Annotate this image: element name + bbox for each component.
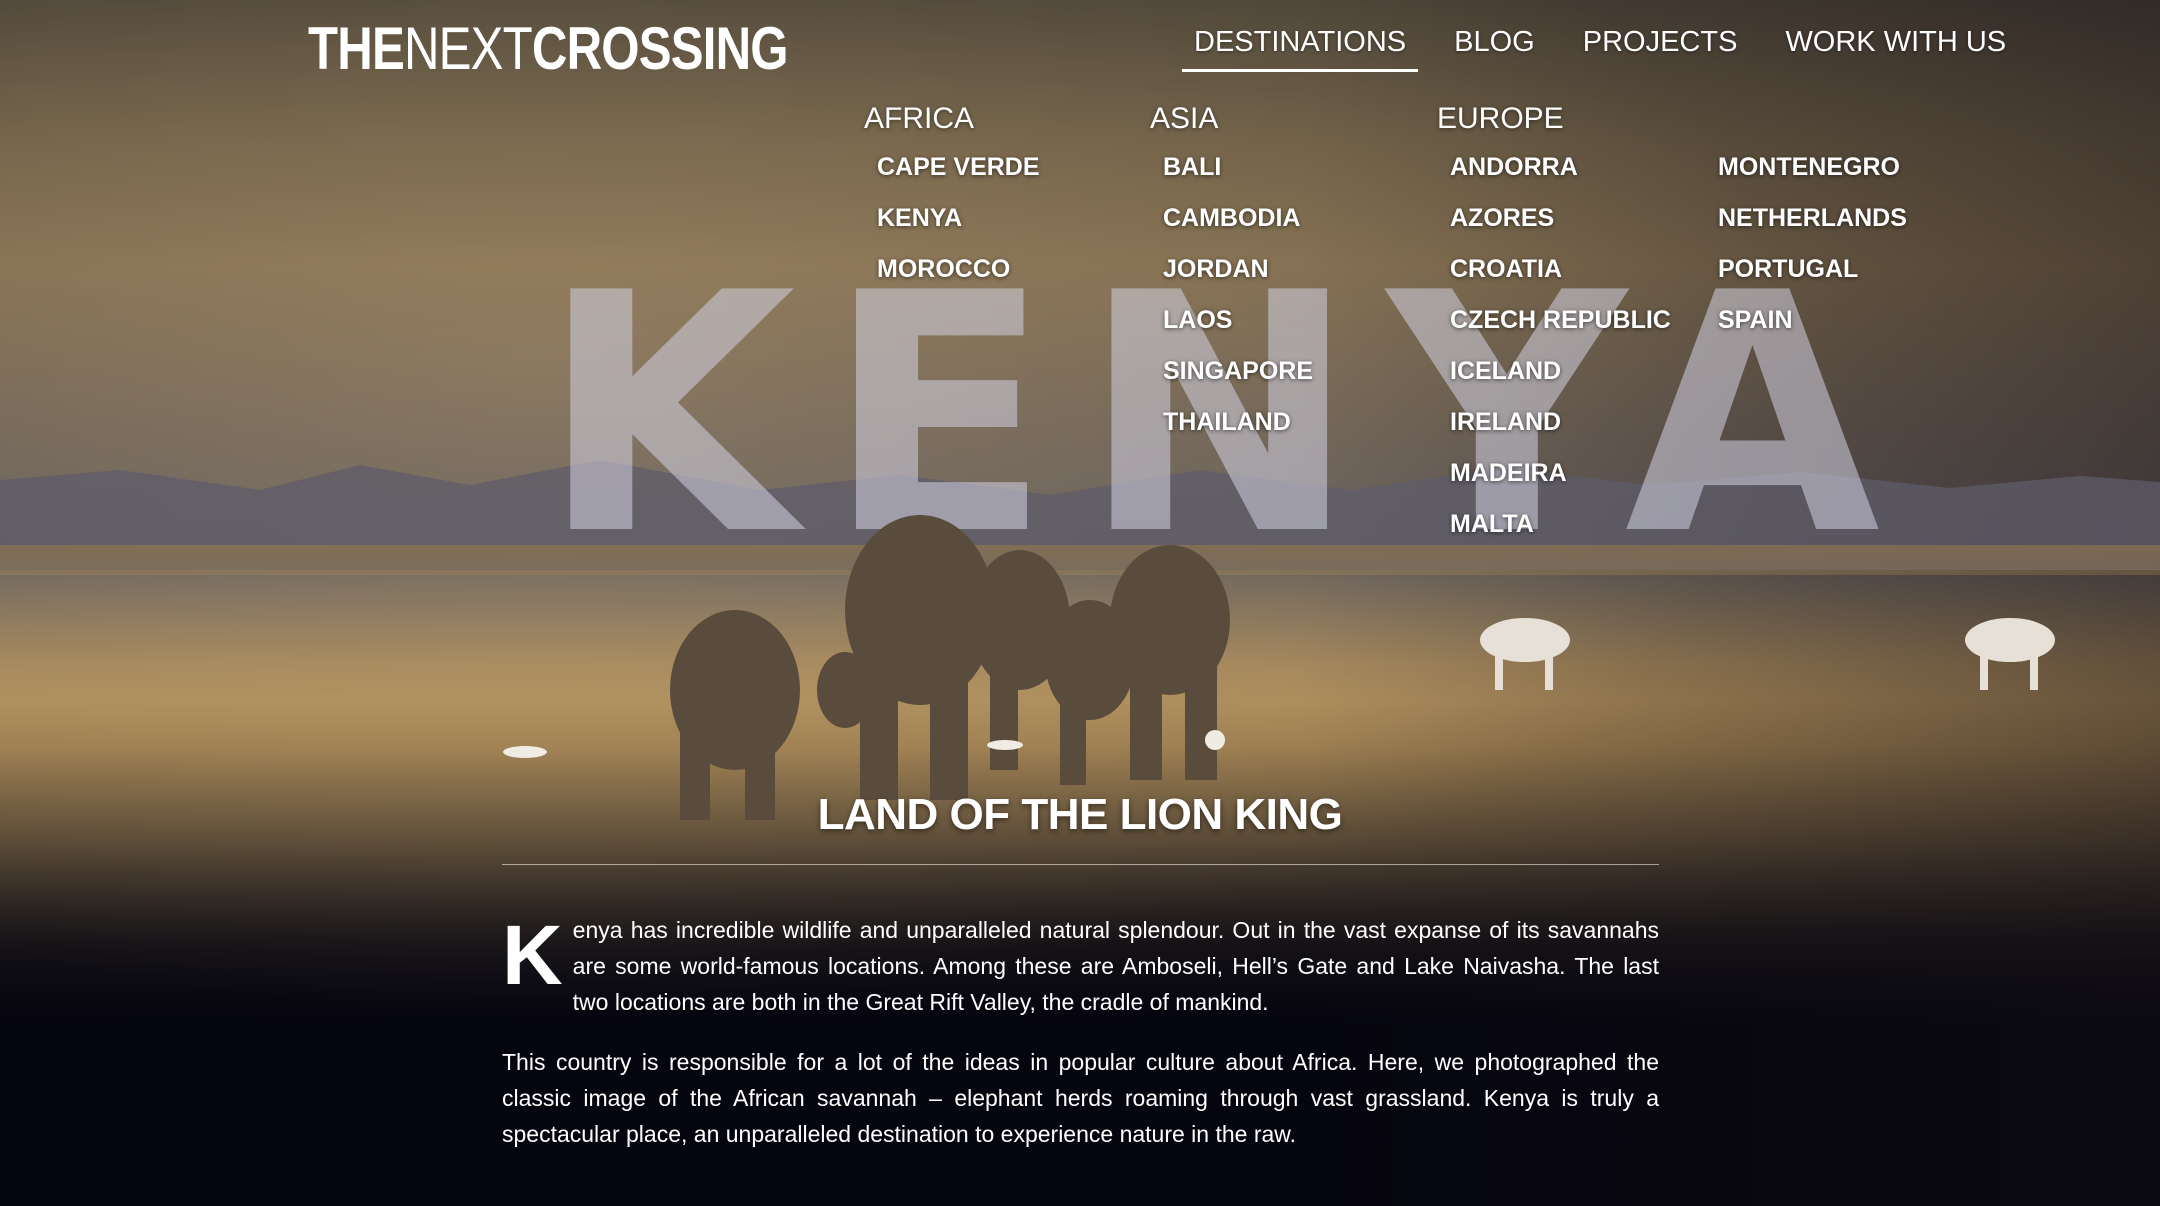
destination-ireland[interactable]: IRELAND bbox=[1450, 407, 1671, 458]
destination-czech-republic[interactable]: CZECH REPUBLIC bbox=[1450, 305, 1671, 356]
main-navigation: DESTINATIONS BLOG PROJECTS WORK WITH US bbox=[1182, 26, 2042, 72]
africa-destinations: CAPE VERDE KENYA MOROCCO bbox=[877, 152, 1040, 305]
destination-singapore[interactable]: SINGAPORE bbox=[1163, 356, 1313, 407]
destination-spain[interactable]: SPAIN bbox=[1718, 305, 1907, 356]
destination-azores[interactable]: AZORES bbox=[1450, 203, 1671, 254]
destination-bali[interactable]: BALI bbox=[1163, 152, 1313, 203]
paragraph-1-text: enya has incredible wildlife and unparal… bbox=[572, 917, 1659, 1015]
zebra-group bbox=[1480, 618, 2055, 690]
destination-kenya[interactable]: KENYA bbox=[877, 203, 1040, 254]
destination-portugal[interactable]: PORTUGAL bbox=[1718, 254, 1907, 305]
asia-destinations: BALI CAMBODIA JORDAN LAOS SINGAPORE THAI… bbox=[1163, 152, 1313, 458]
headline-divider bbox=[502, 864, 1659, 865]
destination-morocco[interactable]: MOROCCO bbox=[877, 254, 1040, 305]
europe-destinations: ANDORRA AZORES CROATIA CZECH REPUBLIC IC… bbox=[1450, 152, 1671, 560]
article-body: Kenya has incredible wildlife and unpara… bbox=[502, 912, 1659, 1176]
destination-croatia[interactable]: CROATIA bbox=[1450, 254, 1671, 305]
site-logo[interactable]: THENEXTCROSSING bbox=[308, 14, 789, 83]
destination-laos[interactable]: LAOS bbox=[1163, 305, 1313, 356]
destination-jordan[interactable]: JORDAN bbox=[1163, 254, 1313, 305]
wildlife-scene bbox=[503, 515, 2055, 820]
destination-cape-verde[interactable]: CAPE VERDE bbox=[877, 152, 1040, 203]
logo-part-crossing: CROSSING bbox=[531, 15, 789, 82]
page-headline: LAND OF THE LION KING bbox=[817, 790, 1343, 839]
destination-malta[interactable]: MALTA bbox=[1450, 509, 1671, 560]
article-paragraph-1: Kenya has incredible wildlife and unpara… bbox=[502, 912, 1659, 1020]
destination-netherlands[interactable]: NETHERLANDS bbox=[1718, 203, 1907, 254]
nav-destinations[interactable]: DESTINATIONS bbox=[1182, 26, 1419, 72]
nav-projects[interactable]: PROJECTS bbox=[1571, 26, 1750, 72]
region-title-africa[interactable]: AFRICA bbox=[864, 102, 974, 136]
destination-madeira[interactable]: MADEIRA bbox=[1450, 458, 1671, 509]
nav-blog[interactable]: BLOG bbox=[1442, 26, 1547, 72]
destination-montenegro[interactable]: MONTENEGRO bbox=[1718, 152, 1907, 203]
destination-thailand[interactable]: THAILAND bbox=[1163, 407, 1313, 458]
article-paragraph-2: This country is responsible for a lot of… bbox=[502, 1049, 1659, 1147]
elephant-herd bbox=[670, 515, 1230, 820]
destination-iceland[interactable]: ICELAND bbox=[1450, 356, 1671, 407]
region-title-asia[interactable]: ASIA bbox=[1150, 102, 1218, 136]
destination-andorra[interactable]: ANDORRA bbox=[1450, 152, 1671, 203]
drop-cap: K bbox=[502, 908, 563, 1002]
destination-cambodia[interactable]: CAMBODIA bbox=[1163, 203, 1313, 254]
europe-destinations-continued: MONTENEGRO NETHERLANDS PORTUGAL SPAIN bbox=[1718, 152, 1907, 356]
logo-part-next: NEXT bbox=[403, 15, 533, 82]
region-title-europe[interactable]: EUROPE bbox=[1437, 102, 1564, 136]
logo-part-the: THE bbox=[308, 15, 405, 82]
nav-work-with-us[interactable]: WORK WITH US bbox=[1773, 26, 2018, 72]
